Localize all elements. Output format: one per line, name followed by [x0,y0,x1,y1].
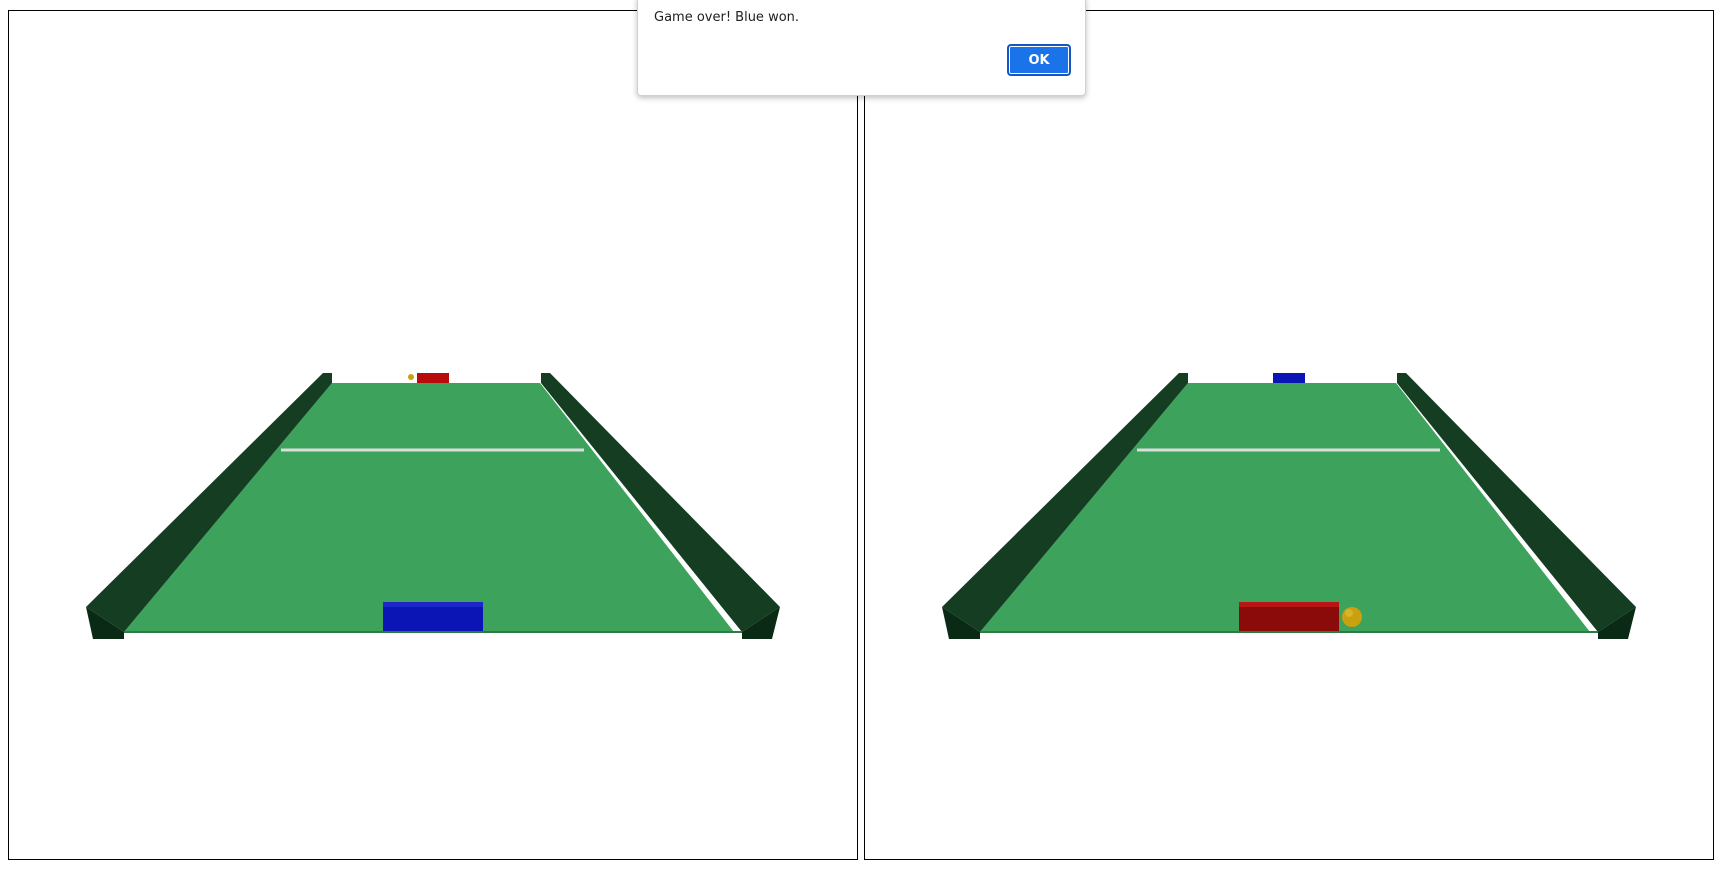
red-paddle [417,373,449,383]
game-over-dialog: Game over! Blue won. OK [637,0,1086,96]
right-game-scene [942,373,1636,639]
ok-button[interactable]: OK [1007,44,1071,76]
ball [408,374,414,380]
ball-highlight [1345,609,1353,617]
red-paddle-top [1239,602,1339,607]
blue-paddle-top [383,602,483,607]
ball [1342,607,1362,627]
right-player-view [864,10,1714,860]
dialog-message: Game over! Blue won. [654,10,800,25]
blue-paddle [1273,373,1305,383]
left-game-scene [86,373,780,639]
left-player-view [8,10,858,860]
